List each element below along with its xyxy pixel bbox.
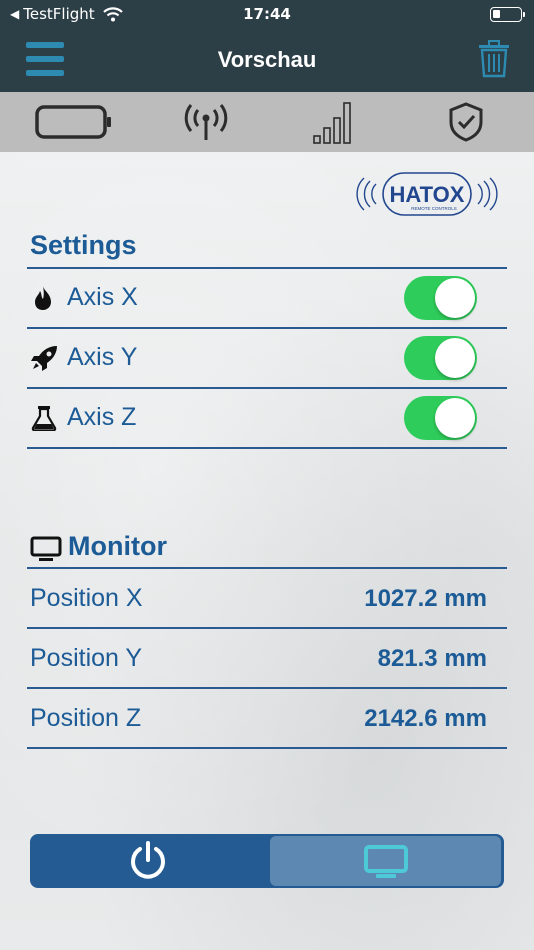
logo-tagline: REMOTE CONTROLS [411,206,457,211]
toggle-knob [435,338,475,378]
monitor-value: 821.3 mm [377,645,487,672]
status-time: 17:44 [243,5,291,23]
battery-status-icon [490,7,525,22]
setting-label: Axis Y [67,343,138,371]
setting-row-axis-x: Axis X [27,269,507,327]
monitor-title: Monitor [68,531,167,561]
setting-row-axis-y: Axis Y [27,329,507,387]
fire-icon [31,285,55,311]
divider [27,447,507,449]
monitor-value: 1027.2 mm [364,585,487,612]
monitor-title-icon [30,536,62,562]
toggle-axis-y[interactable] [404,336,477,380]
delete-button[interactable] [478,40,510,78]
monitor-row-position-z: Position Z 2142.6 mm [27,689,507,747]
setting-label: Axis X [67,283,138,311]
divider [27,747,507,749]
status-bar: ◀ TestFlight 17:44 [0,0,534,28]
hatox-logo: HATOX REMOTE CONTROLS [356,170,498,218]
toggle-axis-x[interactable] [404,276,477,320]
settings-title: Settings [30,230,137,260]
device-status-strip [0,92,534,152]
toggle-knob [435,398,475,438]
rocket-icon [31,345,57,371]
page-title: Vorschau [217,47,317,72]
monitor-icon [30,536,62,561]
monitor-label: Position Z [30,704,142,732]
power-segment[interactable] [30,834,267,888]
nav-bar: Vorschau [0,28,534,92]
device-battery-icon [34,100,114,144]
signal-strength-icon [308,100,360,144]
monitor-label: Position Y [30,644,143,672]
monitor-value: 2142.6 mm [364,705,487,732]
bottom-segmented-control [30,834,504,888]
setting-row-axis-z: Axis Z [27,389,507,447]
monitor-row-position-x: Position X 1027.2 mm [27,569,507,627]
toggle-knob [435,278,475,318]
toggle-axis-z[interactable] [404,396,477,440]
monitor-row-position-y: Position Y 821.3 mm [27,629,507,687]
main-content: HATOX REMOTE CONTROLS Settings Axis X Ax… [0,152,534,950]
monitor-label: Position X [30,584,143,612]
monitor-segment[interactable] [270,836,501,886]
logo-brand: HATOX [390,182,465,207]
monitor-icon [364,845,408,878]
trash-icon [479,40,509,78]
shield-check-icon [446,100,486,144]
setting-label: Axis Z [67,403,137,431]
power-icon [131,841,165,879]
flask-icon [31,405,57,432]
antenna-icon [180,100,232,144]
